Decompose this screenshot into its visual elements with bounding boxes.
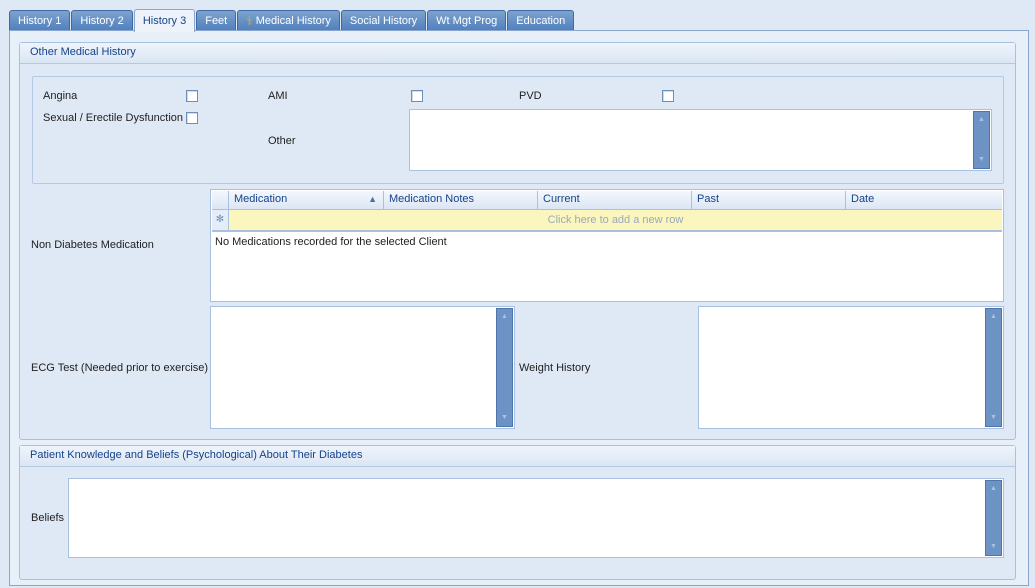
tab-label: History 3 (142, 15, 187, 27)
sexual-dysfunction-checkbox[interactable] (186, 112, 198, 124)
column-label: Date (851, 193, 875, 205)
group-title: Other Medical History (20, 43, 1015, 64)
tab-label: Education (516, 15, 566, 27)
group-title: Patient Knowledge and Beliefs (Psycholog… (20, 446, 1015, 467)
caduceus-icon: ⚕ (246, 14, 253, 28)
ecg-scrollbar[interactable]: ▲ ▼ (496, 308, 513, 427)
angina-label: Angina (43, 90, 78, 102)
column-label: Medication Notes (389, 193, 474, 205)
ecg-test-memo[interactable]: ▲ ▼ (210, 306, 515, 429)
ami-checkbox[interactable] (411, 90, 423, 102)
pvd-checkbox[interactable] (662, 90, 674, 102)
new-row-prompt: Click here to add a new row (547, 214, 684, 226)
other-memo[interactable]: ▲ ▼ (409, 109, 992, 171)
tab-history-2[interactable]: History 2 (71, 10, 133, 31)
scroll-down-icon[interactable]: ▼ (986, 541, 1001, 553)
beliefs-memo[interactable]: ▲ ▼ (68, 478, 1004, 558)
scroll-up-icon[interactable]: ▲ (986, 311, 1001, 323)
column-medication[interactable]: Medication ▲ (229, 191, 384, 209)
sort-ascending-icon: ▲ (368, 194, 377, 204)
other-medical-history-group: Other Medical History Angina AMI PVD Sex… (19, 42, 1016, 440)
ecg-test-label: ECG Test (Needed prior to exercise) (31, 362, 209, 374)
beliefs-scrollbar[interactable]: ▲ ▼ (985, 480, 1002, 556)
sexual-dysfunction-label: Sexual / Erectile Dysfunction (43, 112, 184, 124)
tab-history-1[interactable]: History 1 (9, 10, 71, 31)
ami-label: AMI (268, 90, 288, 102)
tab-feet[interactable]: Feet (196, 10, 237, 31)
beliefs-label: Beliefs (31, 512, 65, 524)
tab-label: Social History (349, 15, 418, 27)
tab-label: Medical History (255, 15, 331, 27)
tab-label: History 2 (80, 15, 124, 27)
scroll-up-icon[interactable]: ▲ (974, 114, 989, 126)
grid-header: Medication ▲ Medication Notes Current Pas… (212, 191, 1002, 210)
column-past[interactable]: Past (692, 191, 846, 209)
header-indicator (212, 191, 229, 209)
column-label: Current (543, 193, 580, 205)
tab-label: Wt Mgt Prog (436, 15, 498, 27)
scroll-down-icon[interactable]: ▼ (986, 412, 1001, 424)
tab-medical-history[interactable]: ⚕ Medical History (237, 10, 340, 31)
tab-strip: History 1 History 2 History 3 Feet ⚕ Medi… (9, 9, 575, 32)
tab-page-history-3: Other Medical History Angina AMI PVD Sex… (9, 30, 1029, 586)
medication-grid: Medication ▲ Medication Notes Current Pas… (210, 189, 1004, 302)
new-row-asterisk-icon: ✻ (212, 210, 229, 230)
tab-social-history[interactable]: Social History (340, 10, 427, 31)
grid-empty-message: No Medications recorded for the selected… (215, 236, 447, 248)
scroll-down-icon[interactable]: ▼ (974, 154, 989, 166)
scroll-down-icon[interactable]: ▼ (497, 412, 512, 424)
column-label: Medication (234, 193, 288, 205)
column-date[interactable]: Date (846, 191, 1002, 209)
scroll-up-icon[interactable]: ▲ (497, 311, 512, 323)
non-diabetes-medication-label: Non Diabetes Medication (31, 239, 154, 251)
other-scrollbar[interactable]: ▲ ▼ (973, 111, 990, 169)
pvd-label: PVD (519, 90, 542, 102)
tab-label: Feet (205, 15, 228, 27)
tab-education[interactable]: Education (507, 10, 575, 31)
angina-checkbox[interactable] (186, 90, 198, 102)
scroll-up-icon[interactable]: ▲ (986, 483, 1001, 495)
tab-label: History 1 (18, 15, 62, 27)
column-label: Past (697, 193, 720, 205)
column-medication-notes[interactable]: Medication Notes (384, 191, 538, 209)
patient-knowledge-group: Patient Knowledge and Beliefs (Psycholog… (19, 445, 1016, 580)
other-label: Other (268, 135, 296, 147)
tab-wt-mgt-prog[interactable]: Wt Mgt Prog (427, 10, 507, 31)
column-current[interactable]: Current (538, 191, 692, 209)
weight-history-memo[interactable]: ▲ ▼ (698, 306, 1004, 429)
weight-scrollbar[interactable]: ▲ ▼ (985, 308, 1002, 427)
tab-history-3[interactable]: History 3 (133, 9, 196, 32)
new-row[interactable]: ✻ Click here to add a new row (212, 210, 1002, 232)
weight-history-label: Weight History (519, 362, 591, 374)
